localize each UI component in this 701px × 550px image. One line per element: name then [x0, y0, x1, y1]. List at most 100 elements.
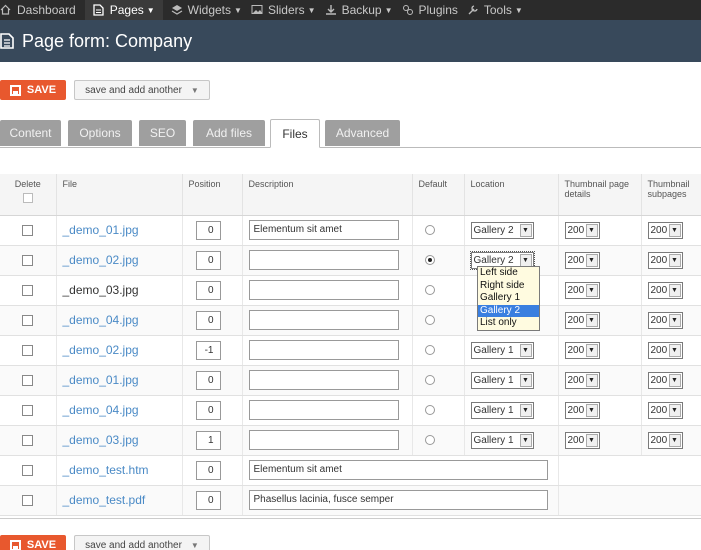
thumbnail-details-select[interactable]: 200 ▼ — [564, 401, 600, 419]
delete-checkbox[interactable] — [22, 224, 34, 236]
save-and-add-another-button[interactable]: save and add another ▼ — [74, 80, 210, 100]
position-cell: -1 — [182, 335, 243, 366]
position-input[interactable]: 0 — [195, 460, 221, 480]
file-link[interactable]: _demo_01.jpg — [63, 223, 139, 237]
delete-checkbox[interactable] — [22, 314, 34, 326]
thumbnail-subpages-select[interactable]: 200 ▼ — [647, 221, 683, 239]
location-select[interactable]: Gallery 1 ▼ — [470, 401, 534, 419]
position-input[interactable]: 1 — [195, 430, 221, 450]
file-link[interactable]: _demo_test.pdf — [63, 493, 146, 507]
thumbnail-details-select[interactable]: 200 ▼ — [564, 311, 600, 329]
default-radio[interactable] — [424, 285, 435, 296]
location-option[interactable]: List only — [478, 317, 539, 330]
select-all-checkbox[interactable] — [22, 193, 33, 203]
thumbnail-details-select[interactable]: 200 ▼ — [564, 371, 600, 389]
chevron-down-icon[interactable]: ▼ — [191, 86, 199, 95]
position-input[interactable]: 0 — [195, 370, 221, 390]
position-input[interactable]: 0 — [195, 280, 221, 300]
default-radio[interactable] — [424, 315, 435, 326]
description-input[interactable]: Elementum sit amet — [248, 460, 548, 480]
delete-checkbox[interactable] — [22, 254, 34, 266]
file-link[interactable]: _demo_01.jpg — [63, 373, 139, 387]
file-link[interactable]: _demo_02.jpg — [63, 343, 139, 357]
position-input[interactable]: 0 — [195, 400, 221, 420]
description-input[interactable]: Elementum sit amet — [248, 220, 399, 240]
nav-item-tools[interactable]: Tools ▼ — [467, 0, 532, 20]
default-radio[interactable] — [424, 345, 435, 356]
nav-item-pages[interactable]: Pages ▼ — [84, 0, 163, 20]
position-input[interactable]: 0 — [195, 310, 221, 330]
default-radio[interactable] — [424, 405, 435, 416]
delete-checkbox[interactable] — [22, 494, 34, 506]
nav-item-dashboard[interactable]: Dashboard — [0, 0, 85, 20]
thumbnail-subpages-select[interactable]: 200 ▼ — [647, 341, 683, 359]
thumbnail-details-select[interactable]: 200 ▼ — [564, 341, 600, 359]
default-radio[interactable] — [424, 375, 435, 386]
file-link[interactable]: _demo_04.jpg — [63, 313, 139, 327]
delete-checkbox[interactable] — [22, 404, 34, 416]
description-input[interactable] — [248, 400, 399, 420]
tab-add-files[interactable]: Add files — [193, 120, 265, 146]
thumbnail-subpages-select[interactable]: 200 ▼ — [647, 431, 683, 449]
file-link[interactable]: _demo_04.jpg — [63, 403, 139, 417]
delete-checkbox[interactable] — [22, 434, 34, 446]
location-select[interactable]: Gallery 1 ▼ — [470, 431, 534, 449]
delete-checkbox[interactable] — [22, 374, 34, 386]
save-button-bottom[interactable]: SAVE — [0, 535, 66, 550]
location-option[interactable]: Gallery 2 — [478, 304, 539, 317]
save-button[interactable]: SAVE — [0, 80, 66, 100]
delete-checkbox[interactable] — [22, 284, 34, 296]
thumbnail-subpages-select[interactable]: 200 ▼ — [647, 311, 683, 329]
file-link[interactable]: _demo_test.htm — [63, 463, 149, 477]
thumbnail-details-cell: 200 ▼ — [558, 305, 642, 336]
description-input[interactable]: Phasellus lacinia, fusce semper — [248, 490, 548, 510]
description-cell: Phasellus lacinia, fusce semper — [242, 485, 559, 516]
tab-content[interactable]: Content — [0, 120, 61, 146]
tab-files[interactable]: Files — [270, 119, 320, 148]
tab-options[interactable]: Options — [68, 120, 132, 146]
position-input[interactable]: 0 — [195, 250, 221, 270]
default-radio[interactable] — [424, 225, 435, 236]
thumbnail-details-select[interactable]: 200 ▼ — [564, 221, 600, 239]
description-input[interactable] — [248, 430, 399, 450]
nav-item-sliders[interactable]: Sliders ▼ — [251, 0, 325, 20]
location-option[interactable]: Gallery 1 — [478, 292, 539, 305]
tab-seo[interactable]: SEO — [139, 120, 186, 146]
location-select-value: Gallery 1 — [473, 344, 514, 356]
thumbnail-details-select[interactable]: 200 ▼ — [564, 431, 600, 449]
save-and-add-another-button-bottom[interactable]: save and add another ▼ — [74, 535, 210, 550]
delete-checkbox[interactable] — [22, 344, 34, 356]
empty-cell — [558, 455, 701, 486]
location-select[interactable]: Gallery 2 ▼ — [470, 221, 534, 239]
default-radio[interactable] — [424, 255, 435, 266]
file-link[interactable]: _demo_02.jpg — [63, 253, 139, 267]
position-input[interactable]: 0 — [195, 220, 221, 240]
save-button-label: SAVE — [26, 84, 57, 96]
file-link[interactable]: _demo_03.jpg — [63, 433, 139, 447]
location-option[interactable]: Right side — [478, 280, 539, 293]
description-input[interactable] — [248, 250, 399, 270]
delete-checkbox[interactable] — [22, 464, 34, 476]
location-select[interactable]: Gallery 1 ▼ — [470, 371, 534, 389]
nav-item-widgets[interactable]: Widgets ▼ — [171, 0, 251, 20]
thumbnail-subpages-select[interactable]: 200 ▼ — [647, 371, 683, 389]
description-input[interactable] — [248, 340, 399, 360]
position-input[interactable]: 0 — [195, 490, 221, 510]
chevron-down-icon: ▼ — [668, 223, 681, 237]
description-input[interactable] — [248, 370, 399, 390]
position-input[interactable]: -1 — [195, 340, 221, 360]
tab-advanced[interactable]: Advanced — [325, 120, 400, 146]
chevron-down-icon[interactable]: ▼ — [191, 541, 199, 550]
nav-item-backup[interactable]: Backup ▼ — [325, 0, 402, 20]
nav-item-plugins[interactable]: Plugins — [402, 0, 467, 20]
default-radio[interactable] — [424, 435, 435, 446]
location-option[interactable]: Left side — [478, 267, 539, 280]
description-input[interactable] — [248, 310, 399, 330]
thumbnail-subpages-select[interactable]: 200 ▼ — [647, 401, 683, 419]
location-select[interactable]: Gallery 1 ▼ — [470, 341, 534, 359]
thumbnail-subpages-select[interactable]: 200 ▼ — [647, 281, 683, 299]
thumbnail-details-select[interactable]: 200 ▼ — [564, 251, 600, 269]
thumbnail-subpages-select[interactable]: 200 ▼ — [647, 251, 683, 269]
description-input[interactable] — [248, 280, 399, 300]
thumbnail-details-select[interactable]: 200 ▼ — [564, 281, 600, 299]
